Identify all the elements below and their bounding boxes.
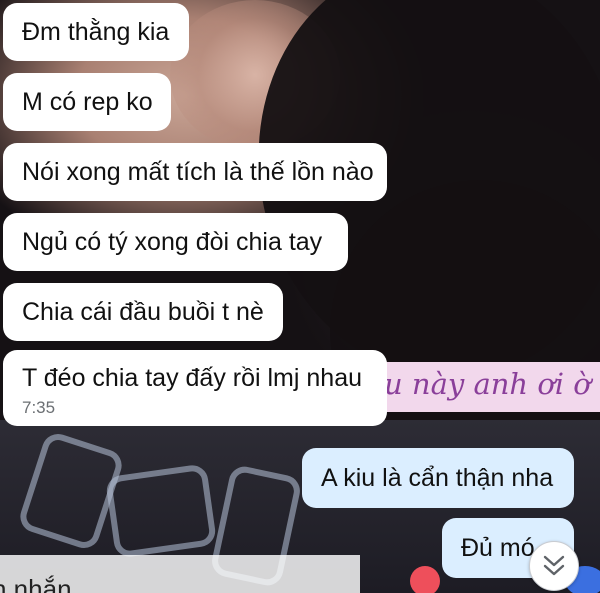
message-bubble-incoming[interactable]: Ngủ có tý xong đòi chia tay <box>3 213 348 271</box>
message-bubble-incoming[interactable]: Nói xong mất tích là thế lồn nào <box>3 143 387 201</box>
message-text: Chia cái đầu buồi t nè <box>22 297 264 326</box>
message-text: M có rep ko <box>22 87 153 116</box>
message-time: 7:35 <box>22 398 56 417</box>
message-text: Nói xong mất tích là thế lồn nào <box>22 157 374 186</box>
double-chevron-down-icon <box>543 555 565 576</box>
message-text: A kiu là cẩn thận nha <box>321 463 554 492</box>
message-text: Đm thằng kia <box>22 17 170 46</box>
shirt-print <box>104 463 218 559</box>
message-bubble-incoming[interactable]: T đéo chia tay đấy rồi lmj nhau 7:35 <box>3 350 387 426</box>
reaction-heart-icon <box>410 566 440 593</box>
message-text: T đéo chia tay đấy rồi lmj nhau <box>22 364 363 392</box>
message-text: Ngủ có tý xong đòi chia tay <box>22 227 323 256</box>
message-bubble-outgoing[interactable]: A kiu là cẩn thận nha <box>302 448 574 508</box>
overlay-caption-text: u này anh ơi ờ <box>384 367 591 401</box>
bottom-caption-text: n nhắn <box>0 574 72 593</box>
message-bubble-incoming[interactable]: M có rep ko <box>3 73 171 131</box>
message-bubble-incoming[interactable]: Đm thằng kia <box>3 3 189 61</box>
scroll-to-bottom-button[interactable] <box>529 541 579 591</box>
message-bubble-incoming[interactable]: Chia cái đầu buồi t nè <box>3 283 283 341</box>
message-text: Đủ mó <box>461 533 535 562</box>
